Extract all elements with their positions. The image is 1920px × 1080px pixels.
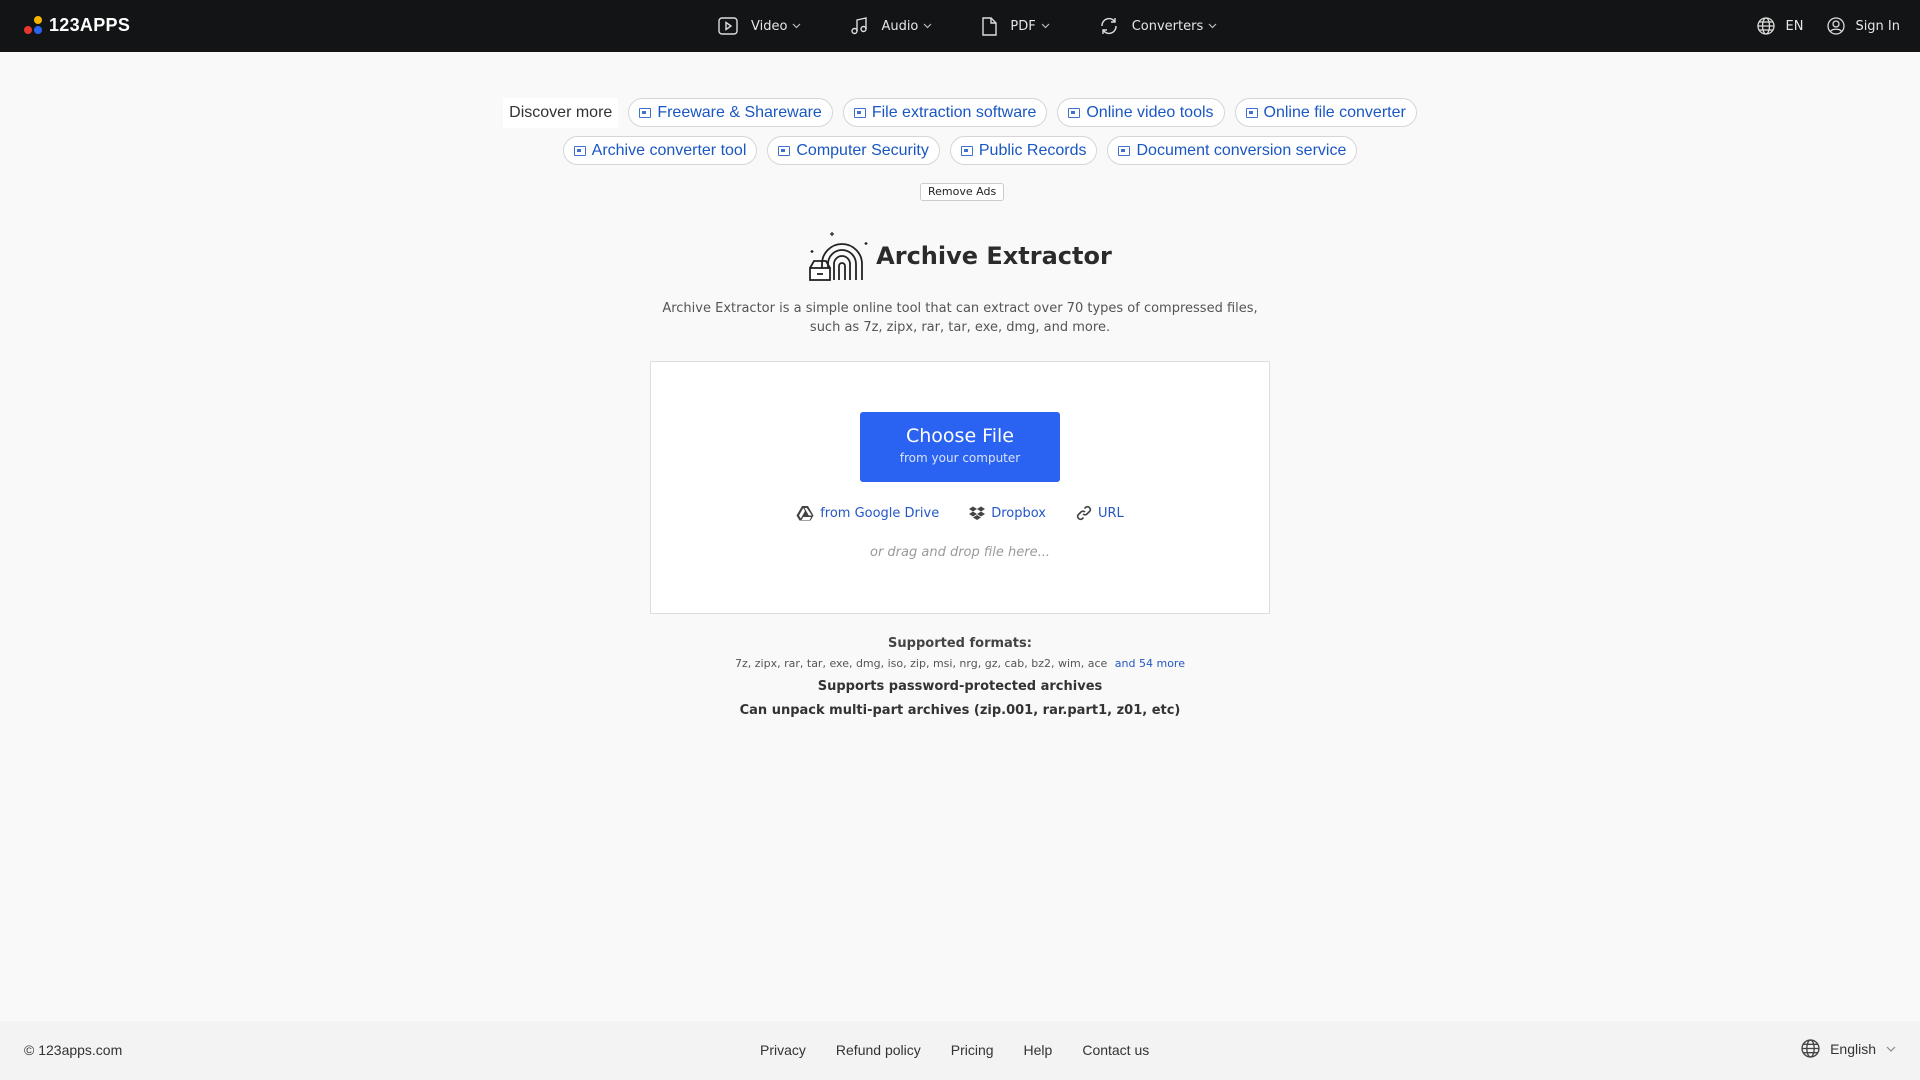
logo[interactable]: 123APPS bbox=[24, 15, 130, 36]
chevron-down-icon bbox=[793, 23, 801, 29]
chevron-down-icon bbox=[1886, 1046, 1896, 1052]
discover-link-label: Public Records bbox=[978, 141, 1087, 159]
globe-icon bbox=[1757, 17, 1776, 35]
footer-language-label: English bbox=[1830, 1040, 1876, 1057]
footer-link-pricing[interactable]: Pricing bbox=[951, 1042, 994, 1058]
chevron-down-icon bbox=[1208, 23, 1217, 29]
discover-row-1: Discover more Freeware & Shareware File … bbox=[0, 98, 1920, 128]
dropbox-label: Dropbox bbox=[991, 505, 1046, 521]
choose-file-label: Choose File bbox=[906, 425, 1014, 447]
footer-link-help[interactable]: Help bbox=[1024, 1042, 1053, 1058]
top-right-nav: EN Sign In bbox=[1757, 0, 1900, 52]
discover-row-2: Archive converter tool Computer Security… bbox=[0, 136, 1920, 165]
discover-link-label: Computer Security bbox=[796, 141, 929, 159]
nav-audio[interactable]: Audio bbox=[850, 17, 945, 35]
document-icon bbox=[982, 16, 998, 36]
language-code: EN bbox=[1785, 18, 1804, 34]
link-icon bbox=[1076, 505, 1092, 521]
discover-link-label: Freeware & Shareware bbox=[657, 103, 822, 121]
refresh-icon bbox=[1101, 17, 1117, 35]
upload-sources: from Google Drive Dropbox URL bbox=[651, 505, 1269, 521]
logo-text: 123APPS bbox=[49, 15, 131, 35]
link-card-icon bbox=[1068, 107, 1081, 118]
dropbox-icon bbox=[969, 506, 986, 520]
formats-list: 7z, zipx, rar, tar, exe, dmg, iso, zip, … bbox=[735, 657, 1108, 670]
url-label: URL bbox=[1098, 505, 1124, 521]
discover-link[interactable]: Online video tools bbox=[1057, 98, 1225, 127]
video-icon bbox=[718, 17, 738, 35]
discover-link[interactable]: Public Records bbox=[949, 136, 1098, 165]
multipart-support-note: Can unpack multi-part archives (zip.001,… bbox=[739, 703, 1181, 718]
link-card-icon bbox=[1118, 145, 1131, 156]
discover-link-label: Archive converter tool bbox=[591, 141, 747, 159]
sign-in-button[interactable]: Sign In bbox=[1827, 17, 1900, 35]
remove-ads-button[interactable]: Remove Ads bbox=[920, 183, 1005, 201]
discover-link[interactable]: Document conversion service bbox=[1107, 136, 1358, 165]
upload-panel[interactable]: Choose File from your computer from Goog… bbox=[650, 361, 1270, 614]
link-card-icon bbox=[1245, 107, 1258, 118]
discover-link-label: Document conversion service bbox=[1136, 141, 1347, 159]
discover-link[interactable]: File extraction software bbox=[842, 98, 1048, 127]
discover-link[interactable]: Freeware & Shareware bbox=[628, 98, 833, 127]
choose-file-button[interactable]: Choose File from your computer bbox=[860, 412, 1060, 482]
nav-video[interactable]: Video bbox=[718, 17, 814, 35]
page-title: Archive Extractor bbox=[876, 242, 1112, 270]
footer: © 123apps.com Privacy Refund policy Pric… bbox=[0, 1021, 1920, 1080]
discover-link[interactable]: Computer Security bbox=[767, 136, 940, 165]
globe-icon bbox=[1801, 1039, 1820, 1058]
tool-description: Archive Extractor is a simple online too… bbox=[0, 299, 1920, 337]
discover-more-section: Discover more Freeware & Shareware File … bbox=[0, 98, 1920, 173]
discover-more-label: Discover more bbox=[503, 98, 619, 128]
nav-pdf[interactable]: PDF bbox=[981, 16, 1062, 36]
nav-pdf-label: PDF bbox=[1010, 18, 1036, 34]
discover-link[interactable]: Online file converter bbox=[1234, 98, 1417, 127]
sign-in-label: Sign In bbox=[1855, 18, 1900, 34]
nav-audio-label: Audio bbox=[881, 18, 919, 34]
main-nav: Video Audio PDF Converters bbox=[718, 0, 1266, 52]
copyright: © 123apps.com bbox=[24, 1042, 123, 1058]
nav-converters[interactable]: Converters bbox=[1099, 17, 1231, 35]
link-card-icon bbox=[853, 107, 866, 118]
discover-link[interactable]: Archive converter tool bbox=[562, 136, 758, 165]
formats-list-row: 7z, zipx, rar, tar, exe, dmg, iso, zip, … bbox=[0, 657, 1920, 670]
music-note-icon bbox=[851, 17, 868, 35]
choose-file-sublabel: from your computer bbox=[899, 451, 1021, 465]
drag-drop-hint: or drag and drop file here... bbox=[869, 545, 1051, 560]
chevron-down-icon bbox=[923, 23, 932, 29]
google-drive-label: from Google Drive bbox=[820, 505, 940, 521]
dropbox-button[interactable]: Dropbox bbox=[969, 505, 1046, 521]
footer-link-contact-us[interactable]: Contact us bbox=[1082, 1042, 1149, 1058]
formats-title: Supported formats: bbox=[888, 636, 1032, 651]
url-button[interactable]: URL bbox=[1076, 505, 1124, 521]
supported-formats: Supported formats: 7z, zipx, rar, tar, e… bbox=[0, 636, 1920, 718]
more-formats-link[interactable]: and 54 more bbox=[1115, 657, 1185, 670]
user-icon bbox=[1827, 17, 1846, 35]
discover-link-label: File extraction software bbox=[871, 103, 1037, 121]
tool-header: Archive Extractor bbox=[0, 230, 1920, 282]
google-drive-icon bbox=[796, 506, 814, 521]
footer-link-refund-policy[interactable]: Refund policy bbox=[836, 1042, 921, 1058]
link-card-icon bbox=[778, 145, 791, 156]
nav-converters-label: Converters bbox=[1131, 18, 1204, 34]
google-drive-button[interactable]: from Google Drive bbox=[796, 505, 939, 521]
footer-links: Privacy Refund policy Pricing Help Conta… bbox=[760, 1042, 1149, 1058]
discover-link-label: Online file converter bbox=[1263, 103, 1406, 121]
footer-link-privacy[interactable]: Privacy bbox=[760, 1042, 806, 1058]
chevron-down-icon bbox=[1041, 23, 1050, 29]
archive-extractor-logo-icon bbox=[809, 232, 868, 281]
top-navigation-bar: 123APPS Video Audio PDF Converters EN Si… bbox=[0, 0, 1920, 52]
description-line-2: such as 7z, zipx, rar, tar, exe, dmg, an… bbox=[809, 320, 1111, 335]
nav-video-label: Video bbox=[751, 18, 788, 34]
link-card-icon bbox=[960, 145, 973, 156]
discover-link-label: Online video tools bbox=[1086, 103, 1214, 121]
logo-dots-icon bbox=[24, 16, 43, 35]
link-card-icon bbox=[573, 145, 586, 156]
language-selector[interactable]: EN bbox=[1757, 17, 1803, 35]
footer-language-selector[interactable]: English bbox=[1801, 1039, 1896, 1058]
password-support-note: Supports password-protected archives bbox=[817, 679, 1103, 694]
link-card-icon bbox=[639, 107, 652, 118]
description-line-1: Archive Extractor is a simple online too… bbox=[662, 301, 1258, 316]
